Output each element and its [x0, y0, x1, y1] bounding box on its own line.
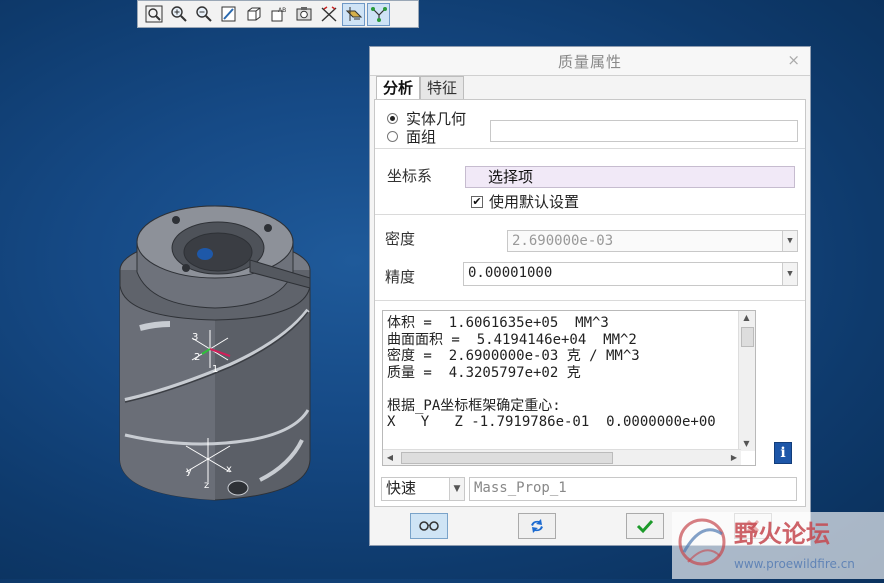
datum-planes-button[interactable]: [342, 2, 365, 26]
csys-top-y-label: 2: [194, 352, 200, 363]
csys-top-z-label: 3: [192, 332, 198, 343]
csys-bottom-x-label: x: [226, 464, 232, 475]
quilt-radio[interactable]: [387, 131, 398, 142]
watermark-text: 野火论坛: [734, 520, 830, 548]
solid-geometry-radio[interactable]: [387, 113, 398, 124]
part-model-viewport[interactable]: 1 2 3 x y z: [110, 190, 340, 510]
view-orient-button[interactable]: [242, 3, 265, 26]
dialog-title: 质量属性: [557, 52, 622, 71]
view-orient-icon: [247, 7, 260, 21]
close-icon[interactable]: ×: [787, 51, 800, 69]
use-default-label: 使用默认设置: [489, 193, 580, 211]
tab-feature[interactable]: 特征: [420, 76, 465, 100]
scroll-right-icon[interactable]: ▶: [727, 450, 741, 465]
use-default-checkbox[interactable]: ✔: [471, 195, 483, 208]
density-value: 2.690000e-03: [512, 233, 614, 249]
scroll-thumb-h[interactable]: [401, 452, 613, 464]
scroll-thumb[interactable]: [741, 327, 754, 347]
zoom-out-button[interactable]: [192, 3, 215, 26]
csys-bottom-z-label: z: [204, 480, 209, 491]
saved-views-icon: AB: [271, 7, 286, 22]
results-text: 体积 = 1.6061635e+05 MM^3 曲面面积 = 5.4194146…: [387, 315, 716, 430]
analysis-mode-select[interactable]: 快速 ▼: [381, 477, 465, 501]
density-label: 密度: [385, 230, 416, 248]
ok-button[interactable]: [626, 513, 664, 539]
results-vertical-scrollbar[interactable]: ▲ ▼: [738, 311, 755, 451]
watermark-url: www.proewildfire.cn: [734, 557, 855, 571]
zoom-fit-button[interactable]: [142, 3, 165, 26]
analysis-name-field[interactable]: Mass_Prop_1: [469, 477, 797, 501]
glasses-icon: [419, 521, 439, 531]
quilt-label: 面组: [406, 128, 437, 146]
divider: [375, 148, 805, 149]
scroll-down-icon[interactable]: ▼: [739, 437, 754, 451]
analysis-mode-value: 快速: [386, 479, 417, 497]
datum-points-button[interactable]: [367, 2, 390, 26]
datum-axes-icon: [321, 6, 336, 22]
accuracy-value: 0.00001000: [468, 265, 553, 281]
results-text-area[interactable]: 体积 = 1.6061635e+05 MM^3 曲面面积 = 5.4194146…: [382, 310, 756, 466]
quilt-selector-field[interactable]: [490, 120, 798, 142]
forum-watermark: 野火论坛 www.proewildfire.cn: [672, 512, 884, 579]
refresh-icon: [531, 519, 543, 533]
repaint-icon: [221, 6, 235, 22]
display-style-button[interactable]: [292, 3, 315, 26]
checkmark-icon: [636, 519, 654, 534]
saved-views-text: AB: [278, 7, 286, 14]
repaint-button[interactable]: [217, 3, 240, 26]
tab-analysis[interactable]: 分析: [376, 76, 421, 100]
csys-select-field[interactable]: 选择项: [465, 166, 795, 188]
view-toolbar: AB: [137, 0, 419, 28]
watermark-logo: 野火论坛 www.proewildfire.cn: [672, 512, 884, 579]
dialog-titlebar[interactable]: 质量属性 ×: [370, 47, 810, 76]
scroll-left-icon[interactable]: ◀: [383, 450, 397, 465]
zoom-in-button[interactable]: [167, 3, 190, 26]
use-default-option[interactable]: ✔ 使用默认设置: [471, 191, 579, 212]
csys-bottom-y-label: y: [186, 466, 192, 477]
divider: [375, 214, 805, 215]
repeat-button[interactable]: [518, 513, 556, 539]
saved-views-button[interactable]: AB: [267, 3, 290, 26]
results-horizontal-scrollbar[interactable]: ◀ ▶: [383, 449, 741, 465]
csys-top-x-label: 1: [212, 364, 218, 375]
display-style-icon: [296, 7, 311, 21]
scroll-up-icon[interactable]: ▲: [739, 311, 754, 325]
datum-points-icon: [370, 7, 387, 22]
quilt-option[interactable]: 面组: [387, 126, 436, 147]
accuracy-field[interactable]: 0.00001000 ▼: [463, 262, 798, 286]
datum-planes-icon: [345, 7, 362, 21]
zoom-fit-icon: [145, 5, 162, 23]
datum-axes-button[interactable]: [317, 3, 340, 26]
zoom-out-icon: [195, 6, 212, 22]
mass-properties-dialog: 质量属性 × 分析 特征 实体几何 面组 坐标系 选择项 ✔ 使用默认设置 密度…: [369, 46, 811, 546]
chevron-down-icon[interactable]: ▼: [449, 478, 464, 500]
chevron-down-icon[interactable]: ▼: [782, 231, 797, 251]
dialog-tabs: 分析 特征: [376, 76, 465, 100]
divider: [375, 300, 805, 301]
accuracy-label: 精度: [385, 268, 416, 286]
preview-button[interactable]: [410, 513, 448, 539]
csys-label: 坐标系: [387, 167, 433, 185]
density-field[interactable]: 2.690000e-03 ▼: [507, 230, 798, 252]
zoom-in-icon: [170, 6, 187, 22]
chevron-down-icon[interactable]: ▼: [782, 263, 797, 285]
info-icon[interactable]: i: [774, 442, 792, 464]
